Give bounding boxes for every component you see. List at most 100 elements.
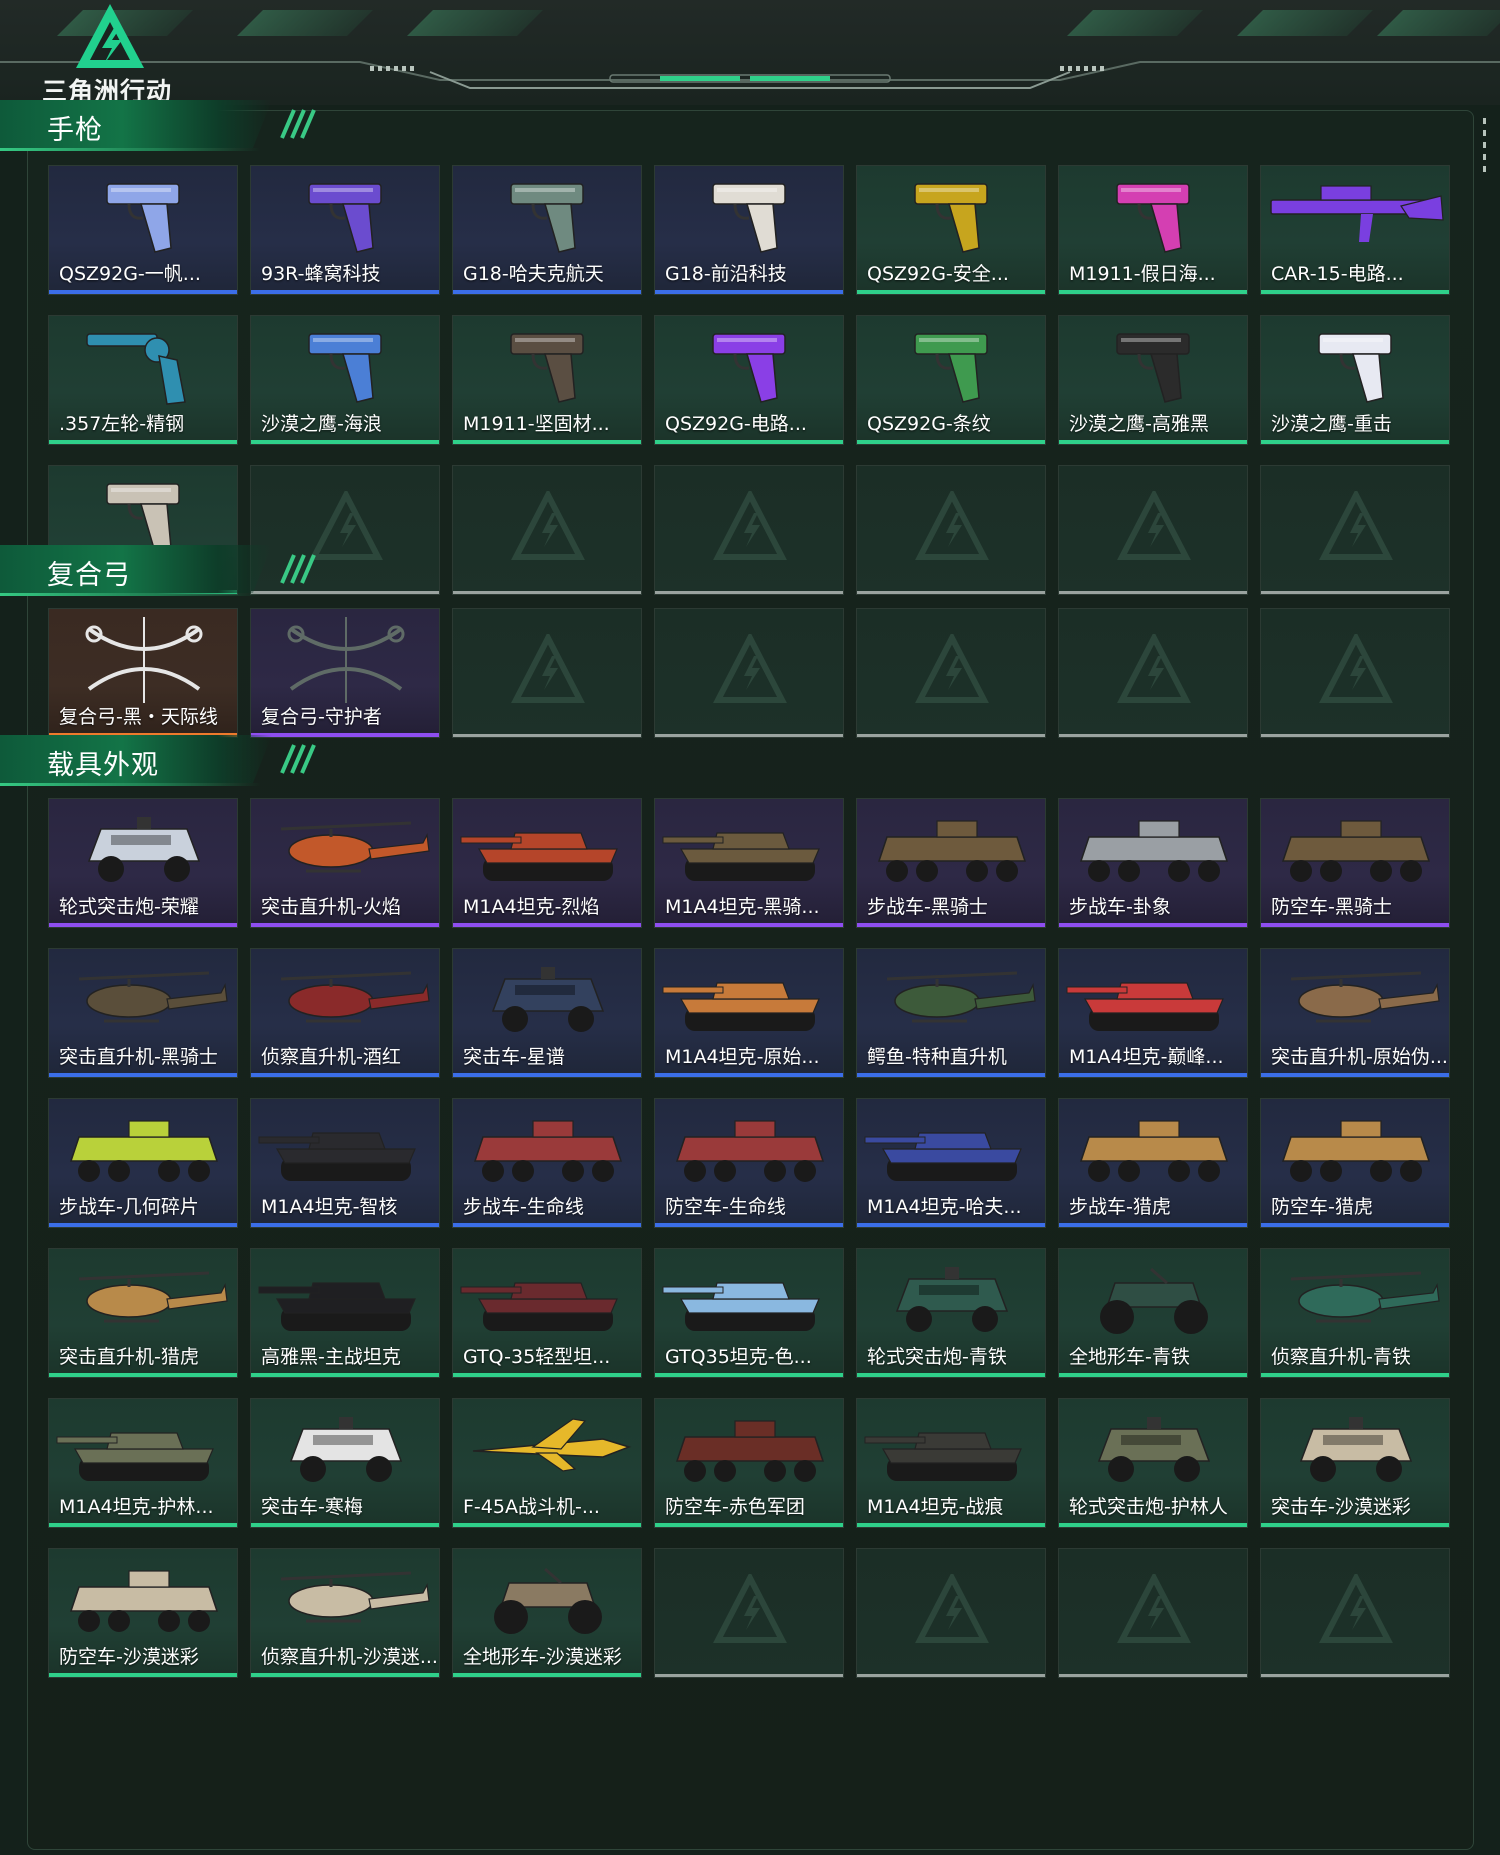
skin-card[interactable]: M1A4坦克-黑骑... [654,798,844,928]
armored-car-icon [1097,1417,1211,1482]
tank-icon [662,1282,820,1331]
skin-card[interactable]: 全地形车-沙漠迷彩 [452,1548,642,1678]
skin-name: M1A4坦克-护林... [59,1496,214,1518]
rarity-bar [1059,440,1247,444]
skin-card[interactable]: 沙漠之鹰-海浪 [250,315,440,445]
skin-card[interactable]: 轮式突击炮-护林人 [1058,1398,1248,1528]
scroll-indicator[interactable] [1483,118,1487,178]
skin-card[interactable]: 沙漠之鹰-重击 [1260,315,1450,445]
skin-card[interactable]: M1A4坦克-巅峰... [1058,948,1248,1078]
ifv-icon [1079,820,1229,882]
skin-card[interactable]: GTQ-35轻型坦... [452,1248,642,1378]
skin-card[interactable]: 沙漠之鹰-高雅黑 [1058,315,1248,445]
ifv-icon [69,1120,219,1182]
skin-card[interactable]: 突击直升机-猎虎 [48,1248,238,1378]
skin-card[interactable]: 突击直升机-原始伪... [1260,948,1450,1078]
section-header-underline [0,783,260,786]
skin-card[interactable]: 防空车-赤色军团 [654,1398,844,1528]
skin-card[interactable]: F-45A战斗机-... [452,1398,642,1528]
tank-icon [56,1432,214,1481]
skin-card[interactable]: M1911-假日海... [1058,165,1248,295]
skin-card[interactable]: 侦察直升机-沙漠迷... [250,1548,440,1678]
ifv-icon [1079,1120,1229,1182]
empty-slot [856,1548,1046,1678]
skin-card[interactable]: 复合弓-守护者 [250,608,440,738]
rarity-bar [49,290,237,294]
rarity-bar [1059,1373,1247,1377]
rarity-bar [857,1523,1045,1527]
skin-card[interactable]: 步战车-几何碎片 [48,1098,238,1228]
rarity-bar [453,1223,641,1227]
rarity-bar [1261,591,1449,594]
skin-name: 全地形车-沙漠迷彩 [463,1646,622,1668]
skin-card[interactable]: 防空车-黑骑士 [1260,798,1450,928]
skin-card[interactable]: 突击车-星谱 [452,948,642,1078]
pistol-icon [1116,333,1190,403]
skin-card[interactable]: G18-哈夫克航天 [452,165,642,295]
skin-name: 沙漠之鹰-海浪 [261,413,382,435]
skin-card[interactable]: QSZ92G-安全... [856,165,1046,295]
skin-card[interactable]: 突击直升机-黑骑士 [48,948,238,1078]
skin-card[interactable]: QSZ92G-条纹 [856,315,1046,445]
skin-card[interactable]: 防空车-生命线 [654,1098,844,1228]
skin-card[interactable]: GTQ35坦克-色... [654,1248,844,1378]
skin-card[interactable]: 步战车-黑骑士 [856,798,1046,928]
skin-card[interactable]: M1A4坦克-原始... [654,948,844,1078]
skin-card[interactable]: 全地形车-青铁 [1058,1248,1248,1378]
skin-name: G18-前沿科技 [665,263,787,285]
atv-icon [1100,1267,1208,1334]
skin-card[interactable]: 步战车-卦象 [1058,798,1248,928]
skin-card[interactable]: 侦察直升机-酒红 [250,948,440,1078]
skin-card[interactable]: M1A4坦克-护林... [48,1398,238,1528]
skin-name: .357左轮-精钢 [59,413,185,435]
skin-card[interactable]: QSZ92G-一帆... [48,165,238,295]
skin-card[interactable]: .357左轮-精钢 [48,315,238,445]
empty-slot [1058,1548,1248,1678]
pistol-icon [1318,333,1392,403]
skin-name: M1A4坦克-原始... [665,1046,820,1068]
skin-card[interactable]: 防空车-猎虎 [1260,1098,1450,1228]
skin-card[interactable]: 93R-蜂窝科技 [250,165,440,295]
skin-card[interactable]: CAR-15-电路... [1260,165,1450,295]
rarity-bar [1261,1523,1449,1527]
ifv-icon [675,1120,825,1182]
rarity-bar [453,440,641,444]
rarity-bar [49,1523,237,1527]
skin-card[interactable]: 复合弓-黑・天际线 [48,608,238,738]
placeholder-logo-icon [713,491,787,560]
rarity-bar [655,923,843,927]
ifv-icon [69,1570,219,1632]
skin-name: M1A4坦克-战痕 [867,1496,1004,1518]
helicopter-icon [280,1571,430,1623]
skin-card[interactable]: M1A4坦克-智核 [250,1098,440,1228]
rarity-bar [655,1223,843,1227]
skin-card[interactable]: M1A4坦克-烈焰 [452,798,642,928]
skin-card[interactable]: 高雅黑-主战坦克 [250,1248,440,1378]
skin-card[interactable]: 轮式突击炮-青铁 [856,1248,1046,1378]
banner-frame-lines [0,61,1500,89]
rarity-bar [1059,923,1247,927]
skin-card[interactable]: 侦察直升机-青铁 [1260,1248,1450,1378]
section-header: 复合弓 [0,545,330,597]
skin-card[interactable]: M1A4坦克-哈夫... [856,1098,1046,1228]
skin-card[interactable]: 轮式突击炮-荣耀 [48,798,238,928]
helicopter-icon [280,971,430,1023]
skin-card[interactable]: G18-前沿科技 [654,165,844,295]
skin-card[interactable]: 鳄鱼-特种直升机 [856,948,1046,1078]
rarity-bar [251,1523,439,1527]
section-title: 复合弓 [47,560,131,591]
skin-card[interactable]: QSZ92G-电路... [654,315,844,445]
rarity-bar [251,290,439,294]
skin-name: 步战车-猎虎 [1069,1196,1171,1218]
skin-card[interactable]: 突击车-沙漠迷彩 [1260,1398,1450,1528]
rarity-bar [251,1073,439,1077]
skin-card[interactable]: 突击车-寒梅 [250,1398,440,1528]
skin-card[interactable]: 步战车-生命线 [452,1098,642,1228]
skin-card[interactable]: M1A4坦克-战痕 [856,1398,1046,1528]
rarity-bar [857,1223,1045,1227]
skin-card[interactable]: M1911-坚固材... [452,315,642,445]
skin-card[interactable]: 步战车-猎虎 [1058,1098,1248,1228]
skin-card[interactable]: 防空车-沙漠迷彩 [48,1548,238,1678]
pistol-icon [510,333,584,403]
skin-card[interactable]: 突击直升机-火焰 [250,798,440,928]
